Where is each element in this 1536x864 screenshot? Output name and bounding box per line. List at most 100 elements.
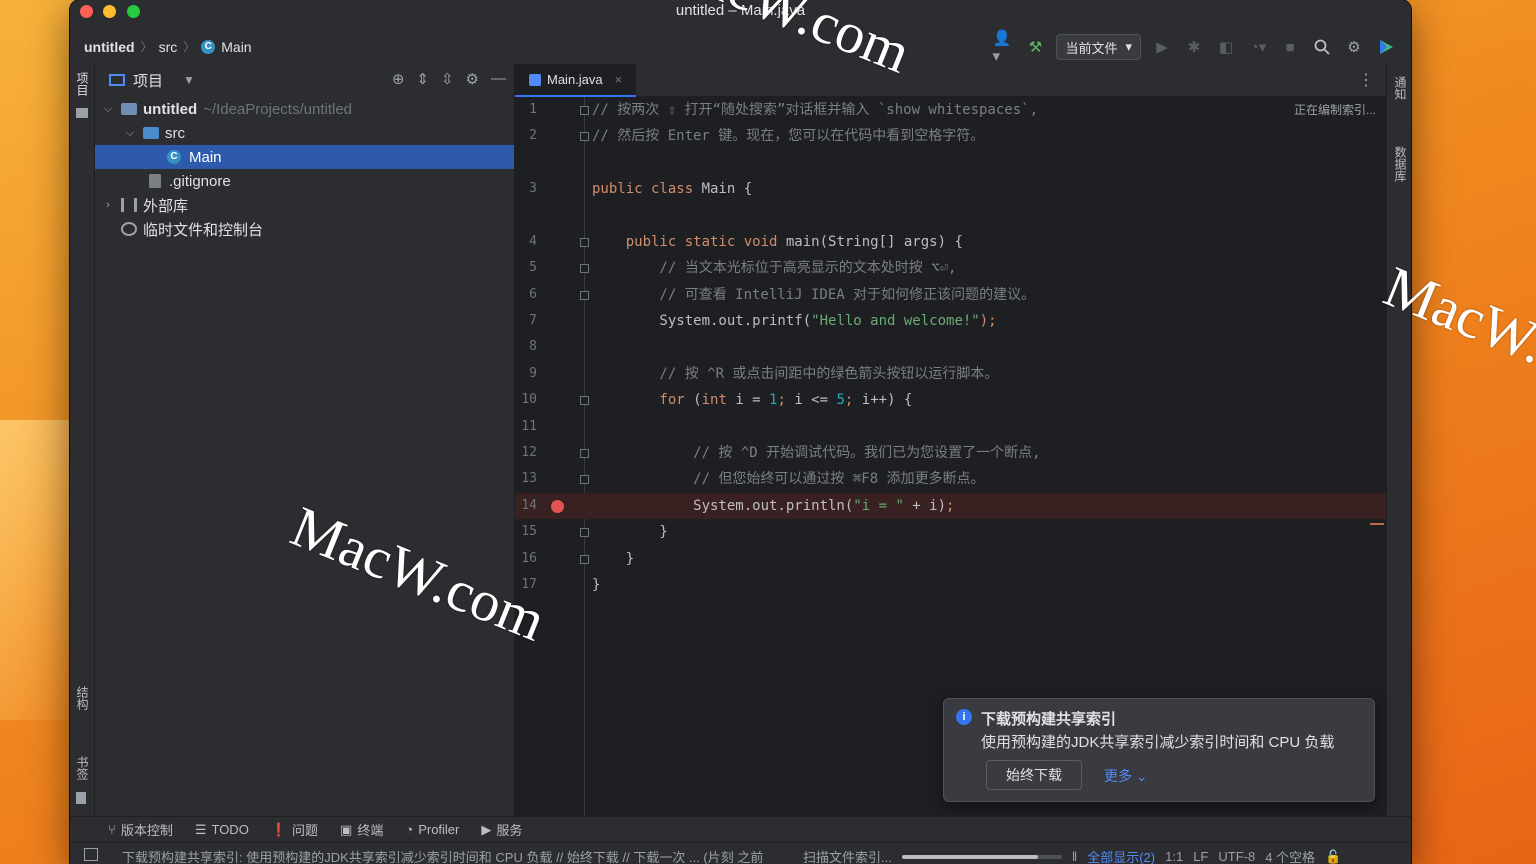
search-icon[interactable] bbox=[1311, 36, 1333, 58]
chevron-down-icon[interactable]: ▼ bbox=[183, 73, 195, 87]
run-icon[interactable]: ▶ bbox=[1151, 36, 1173, 58]
code-line[interactable]: 15 } bbox=[515, 519, 1386, 545]
line-number[interactable]: 3 bbox=[515, 176, 537, 202]
chevron-down-icon[interactable]: ⌵ bbox=[101, 103, 115, 116]
line-number[interactable]: 8 bbox=[515, 334, 537, 360]
structure-tool-button[interactable]: 结构 bbox=[74, 686, 91, 710]
fold-marker-icon[interactable] bbox=[580, 396, 589, 405]
code-line[interactable]: 9 // 按 ^R 或点击间距中的绿色箭头按钮以运行脚本。 bbox=[515, 361, 1386, 387]
bottom-tool-problems[interactable]: ❗ 问题 bbox=[271, 820, 318, 839]
tree-item-gitignore[interactable]: .gitignore bbox=[95, 169, 514, 193]
fold-marker-icon[interactable] bbox=[580, 264, 589, 273]
pause-icon[interactable]: ‖ bbox=[1072, 849, 1077, 864]
tree-item-scratches[interactable]: 临时文件和控制台 bbox=[95, 217, 514, 241]
account-icon[interactable]: 👤▾ bbox=[992, 30, 1014, 65]
run-config-select[interactable]: 当前文件 ▾ bbox=[1056, 34, 1141, 60]
project-panel-title[interactable]: 项目 bbox=[133, 70, 163, 91]
line-number[interactable]: 2 bbox=[515, 123, 537, 149]
chevron-down-icon[interactable]: ⌵ bbox=[123, 127, 137, 140]
code-line[interactable]: 7 System.out.printf("Hello and welcome!"… bbox=[515, 308, 1386, 334]
code-line[interactable]: 14 System.out.println("i = " + i); bbox=[515, 493, 1386, 519]
gear-icon[interactable]: ⚙ bbox=[1343, 36, 1365, 58]
line-number[interactable]: 4 bbox=[515, 229, 537, 255]
line-number[interactable]: 10 bbox=[515, 387, 537, 413]
line-number[interactable]: 11 bbox=[515, 414, 537, 440]
chevron-right-icon[interactable]: › bbox=[101, 199, 115, 211]
line-number[interactable]: 6 bbox=[515, 282, 537, 308]
line-number[interactable]: 1 bbox=[515, 97, 537, 123]
file-encoding[interactable]: UTF-8 bbox=[1218, 849, 1255, 864]
code-line[interactable]: 3 public class Main { bbox=[515, 176, 1386, 202]
line-number[interactable]: 16 bbox=[515, 546, 537, 572]
tree-item-external-libraries[interactable]: › 外部库 bbox=[95, 193, 514, 217]
code-line[interactable]: 17} bbox=[515, 572, 1386, 598]
line-separator[interactable]: LF bbox=[1193, 849, 1208, 864]
plugin-logo-icon[interactable] bbox=[1375, 36, 1397, 58]
code-line[interactable]: 13 // 但您始终可以通过按 ⌘F8 添加更多断点。 bbox=[515, 466, 1386, 492]
bottom-tool-services[interactable]: ▶ 服务 bbox=[481, 820, 522, 839]
bottom-tool-todo[interactable]: ☰ TODO bbox=[195, 822, 249, 838]
build-hammer-icon[interactable]: ⚒ bbox=[1024, 36, 1046, 58]
fold-marker-icon[interactable] bbox=[580, 528, 589, 537]
line-number[interactable]: 7 bbox=[515, 308, 537, 334]
breadcrumb-folder[interactable]: src bbox=[159, 39, 178, 55]
tree-item-main[interactable]: C Main bbox=[95, 145, 514, 169]
code-line[interactable]: 1 // 按两次 ⇧ 打开“随处搜索”对话框并输入 `show whitespac… bbox=[515, 97, 1386, 123]
show-all-link[interactable]: 全部显示(2) bbox=[1087, 847, 1155, 864]
breakpoint-icon[interactable] bbox=[551, 500, 564, 513]
line-number[interactable]: 15 bbox=[515, 519, 537, 545]
line-number[interactable]: 5 bbox=[515, 255, 537, 281]
tree-item-src[interactable]: ⌵ src bbox=[95, 121, 514, 145]
profile-icon[interactable]: ◔▾ bbox=[1247, 36, 1269, 58]
line-number[interactable]: 17 bbox=[515, 572, 537, 598]
code-line[interactable]: 2 // 然后按 Enter 键。现在，您可以在代码中看到空格字符。 bbox=[515, 123, 1386, 149]
bottom-tool-profiler[interactable]: ◔ Profiler bbox=[405, 822, 459, 837]
fold-marker-icon[interactable] bbox=[580, 106, 589, 115]
line-number[interactable]: 13 bbox=[515, 466, 537, 492]
bottom-tool-vcs[interactable]: ⑂ 版本控制 bbox=[108, 820, 173, 839]
line-number[interactable]: 9 bbox=[515, 361, 537, 387]
project-tool-button[interactable]: 项目 bbox=[74, 72, 91, 96]
stop-icon[interactable]: ■ bbox=[1279, 36, 1301, 58]
breadcrumb-project[interactable]: untitled bbox=[84, 39, 135, 55]
code-line[interactable]: 8 bbox=[515, 334, 1386, 360]
more-link[interactable]: 更多 ⌄ bbox=[1104, 766, 1148, 786]
fold-marker-icon[interactable] bbox=[580, 238, 589, 247]
line-number[interactable]: 14 bbox=[515, 493, 537, 519]
line-number[interactable]: 12 bbox=[515, 440, 537, 466]
debug-icon[interactable]: ✱ bbox=[1183, 36, 1205, 58]
always-download-button[interactable]: 始终下载 bbox=[986, 760, 1082, 790]
bottom-tool-terminal[interactable]: ▣ 终端 bbox=[340, 820, 383, 839]
fold-marker-icon[interactable] bbox=[580, 475, 589, 484]
tree-item-project[interactable]: ⌵ untitled ~/IdeaProjects/untitled bbox=[95, 97, 514, 121]
code-line[interactable]: 12 // 按 ^D 开始调试代码。我们已为您设置了一个断点, bbox=[515, 440, 1386, 466]
breadcrumb-file[interactable]: Main bbox=[221, 39, 251, 55]
code-line[interactable]: 4 public static void main(String[] args)… bbox=[515, 229, 1386, 255]
coverage-icon[interactable]: ◧ bbox=[1215, 36, 1237, 58]
code-line[interactable]: 16 } bbox=[515, 546, 1386, 572]
locate-icon[interactable]: ⊕ bbox=[392, 70, 405, 88]
database-tool-button[interactable]: 数据库 bbox=[1392, 146, 1409, 182]
tab-main-java[interactable]: Main.java × bbox=[515, 64, 637, 97]
fold-marker-icon[interactable] bbox=[580, 132, 589, 141]
notifications-tool-button[interactable]: 通知 bbox=[1392, 76, 1409, 100]
code-line[interactable]: 6 // 可查看 IntelliJ IDEA 对于如何修正该问题的建议。 bbox=[515, 282, 1386, 308]
code-line[interactable]: 5 // 当文本光标位于高亮显示的文本处时按 ⌥⏎, bbox=[515, 255, 1386, 281]
bookmarks-tool-button[interactable]: 书签 bbox=[74, 756, 91, 780]
expand-all-icon[interactable]: ⇕ bbox=[416, 70, 429, 88]
fold-marker-icon[interactable] bbox=[580, 449, 589, 458]
lock-icon[interactable]: 🔓 bbox=[1325, 849, 1341, 864]
fold-marker-icon[interactable] bbox=[580, 555, 589, 564]
more-vertical-icon[interactable]: ⋮ bbox=[1358, 70, 1374, 90]
status-layout-icon[interactable] bbox=[84, 848, 98, 861]
code-line[interactable]: 11 bbox=[515, 414, 1386, 440]
collapse-all-icon[interactable]: ⇳ bbox=[441, 70, 454, 88]
fold-marker-icon[interactable] bbox=[580, 291, 589, 300]
caret-position[interactable]: 1:1 bbox=[1165, 849, 1183, 864]
indent-setting[interactable]: 4 个空格 bbox=[1265, 847, 1315, 864]
code-line[interactable]: 10 for (int i = 1; i <= 5; i++) { bbox=[515, 387, 1386, 413]
close-icon[interactable]: × bbox=[615, 72, 623, 87]
status-message[interactable]: 下载预构建共享索引: 使用预构建的JDK共享索引减少索引时间和 CPU 负载 /… bbox=[122, 847, 763, 864]
gear-icon[interactable]: ⚙ bbox=[466, 70, 479, 88]
minimize-panel-icon[interactable]: — bbox=[491, 70, 506, 88]
